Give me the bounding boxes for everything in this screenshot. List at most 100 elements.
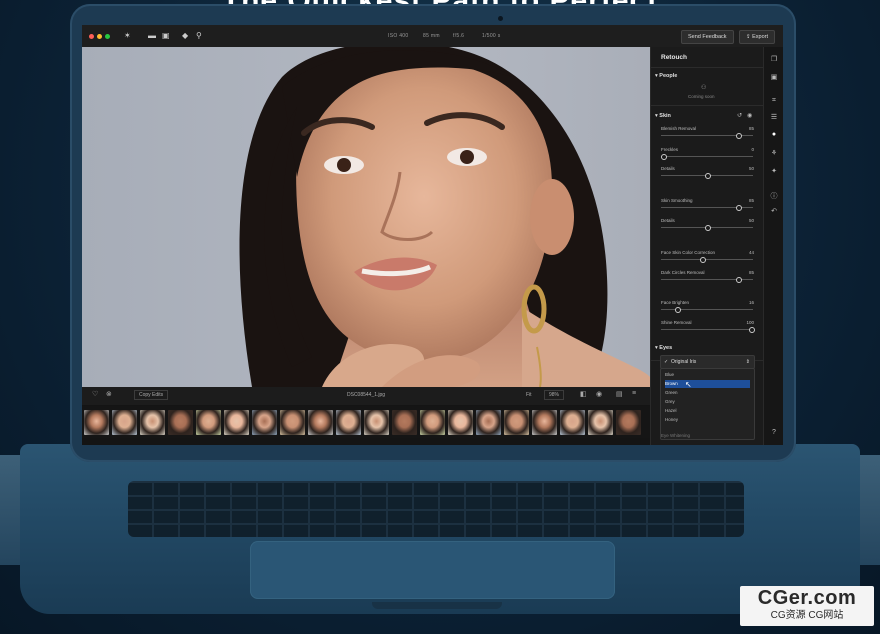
filmstrip-thumbnail[interactable]: [364, 410, 389, 435]
slider-knob[interactable]: [735, 204, 742, 211]
sort-icon[interactable]: ≡: [632, 390, 636, 397]
zoom-level-dropdown[interactable]: 98%: [544, 390, 565, 400]
reject-icon[interactable]: ⊗: [106, 390, 112, 398]
iris-option[interactable]: Blue: [665, 371, 750, 379]
filmstrip-thumbnail[interactable]: [420, 410, 445, 435]
history-icon[interactable]: ↶: [769, 207, 779, 215]
slider-track[interactable]: [661, 132, 753, 139]
slider-value[interactable]: 85: [749, 126, 754, 131]
filmstrip-thumbnail[interactable]: [392, 410, 417, 435]
filmstrip-thumbnail[interactable]: [280, 410, 305, 435]
slider-value[interactable]: 85: [749, 270, 754, 275]
reset-icon[interactable]: ↺: [737, 112, 742, 119]
photo-canvas[interactable]: [82, 47, 650, 387]
people-icon: ⚇: [701, 85, 707, 91]
slider-track[interactable]: [661, 276, 753, 283]
slider-knob[interactable]: [705, 172, 711, 179]
slider-knob[interactable]: [705, 224, 711, 231]
divider: [651, 67, 764, 68]
slider-track[interactable]: [661, 326, 755, 333]
slider-value[interactable]: 44: [749, 250, 754, 255]
slider-track[interactable]: [661, 306, 753, 313]
help-icon[interactable]: ?: [769, 429, 779, 436]
slider-value[interactable]: 85: [749, 198, 754, 203]
slider-track[interactable]: [661, 256, 753, 263]
filmstrip-thumbnail[interactable]: [112, 410, 137, 435]
folder-icon[interactable]: ▬: [148, 31, 156, 40]
info-circle-icon[interactable]: ⓘ: [769, 191, 779, 201]
slider-value[interactable]: 50: [749, 166, 754, 171]
skin-section-header[interactable]: ▾ Skin: [655, 113, 671, 119]
people-section-header[interactable]: ▾ People: [655, 73, 677, 79]
export-button[interactable]: ⇪ Export: [739, 30, 776, 44]
slider-value[interactable]: 50: [749, 218, 754, 223]
slider-track[interactable]: [661, 204, 753, 211]
slider-knob[interactable]: [675, 306, 682, 313]
info-icon[interactable]: ▤: [616, 390, 623, 398]
filmstrip-thumbnail[interactable]: [84, 410, 109, 435]
filmstrip-thumbnail[interactable]: [308, 410, 333, 435]
adjust-icon[interactable]: ▣: [769, 73, 779, 81]
slider-track[interactable]: [661, 224, 753, 231]
slider-knob[interactable]: [735, 276, 742, 283]
image-icon[interactable]: ▣: [162, 31, 170, 40]
title-bar: ✶ ▬ ▣ ◆ ⚲ ISO 400 85 mm f/5.6 1/500 s Se…: [82, 25, 783, 48]
filmstrip-thumbnail[interactable]: [532, 410, 557, 435]
eyes-section-header[interactable]: ▾ Eyes: [655, 345, 672, 351]
slider-value[interactable]: 100: [746, 320, 754, 325]
iris-option[interactable]: Honey: [665, 416, 750, 424]
filmstrip-thumbnail[interactable]: [252, 410, 277, 435]
iris-option[interactable]: Green: [665, 389, 750, 397]
slider-label: Face Skin Color Correction: [661, 250, 716, 255]
portrait-icon[interactable]: ●: [769, 131, 779, 138]
slider-knob[interactable]: [735, 132, 742, 139]
visibility-icon[interactable]: ◉: [747, 112, 752, 119]
slider-value[interactable]: 0: [751, 147, 754, 152]
magic-icon[interactable]: ✦: [769, 167, 779, 175]
filmstrip-thumbnail[interactable]: [616, 410, 641, 435]
stamp-icon[interactable]: ◆: [182, 31, 188, 40]
close-window-button[interactable]: [89, 34, 94, 39]
filmstrip-thumbnail[interactable]: [168, 410, 193, 435]
chevron-updown-icon: ⇕: [745, 359, 750, 365]
body-icon[interactable]: ⚘: [769, 149, 779, 157]
filmstrip-thumbnail[interactable]: [588, 410, 613, 435]
minimize-window-button[interactable]: [97, 34, 102, 39]
eye-whitening-label: Eye Whitening: [661, 433, 691, 438]
iris-option[interactable]: Hazel: [665, 407, 750, 415]
iris-option[interactable]: Grey: [665, 398, 750, 406]
iris-option-selected[interactable]: Brown: [665, 380, 750, 388]
fit-button[interactable]: Fit: [526, 392, 532, 398]
filmstrip-thumbnail[interactable]: [476, 410, 501, 435]
filmstrip-thumbnail[interactable]: [196, 410, 221, 435]
camera-icon: [498, 16, 503, 21]
slider-label: Freckles: [661, 147, 679, 152]
watermark-line2: CG资源 CG网站: [770, 610, 844, 621]
slider-knob[interactable]: [661, 153, 667, 160]
filmstrip-thumbnail[interactable]: [336, 410, 361, 435]
compare-icon[interactable]: ◧: [580, 390, 587, 398]
slider-track[interactable]: [661, 153, 753, 160]
copy-edits-button[interactable]: Copy Edits: [134, 390, 169, 400]
slider-label: Details: [661, 166, 675, 171]
sliders-icon[interactable]: ☰: [769, 113, 779, 121]
filmstrip-thumbnail[interactable]: [504, 410, 529, 435]
filmstrip-thumbnail[interactable]: [560, 410, 585, 435]
sparkle-icon[interactable]: ✶: [124, 31, 131, 40]
filmstrip-thumbnail[interactable]: [448, 410, 473, 435]
filmstrip-thumbnail[interactable]: [224, 410, 249, 435]
layers-icon[interactable]: ❐: [769, 55, 779, 63]
eye-icon[interactable]: ◉: [596, 390, 602, 398]
zoom-window-button[interactable]: [105, 34, 110, 39]
crop-icon[interactable]: ⌗: [769, 97, 779, 105]
heart-icon[interactable]: ♡: [92, 390, 98, 398]
iris-dropdown[interactable]: ✓ Original Iris ⇕: [660, 355, 755, 369]
slider-value[interactable]: 16: [749, 300, 754, 305]
checkmark-icon: ✓: [664, 359, 669, 365]
filmstrip-thumbnail[interactable]: [140, 410, 165, 435]
slider-knob[interactable]: [749, 326, 755, 333]
zoom-icon[interactable]: ⚲: [196, 31, 202, 40]
slider-track[interactable]: [661, 172, 753, 179]
slider-knob[interactable]: [699, 256, 706, 263]
send-feedback-button[interactable]: Send Feedback: [681, 30, 734, 44]
